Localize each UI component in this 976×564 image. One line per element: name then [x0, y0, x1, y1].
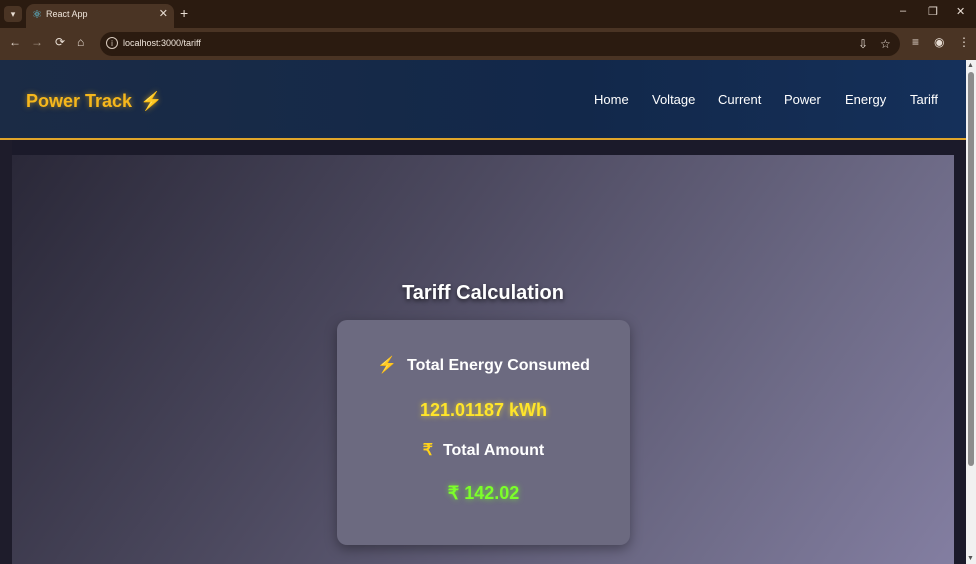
nav-voltage[interactable]: Voltage	[652, 92, 695, 107]
scroll-down-icon[interactable]: ▼	[967, 555, 974, 562]
amount-label-row: ₹ Total Amount	[337, 440, 630, 460]
reload-icon[interactable]: ⟳	[55, 35, 65, 49]
media-icon[interactable]: ≡	[912, 35, 919, 49]
brand-logo[interactable]: Power Track ⚡	[26, 91, 162, 112]
app-header: Power Track ⚡ Home Voltage Current Power …	[0, 60, 966, 140]
tab-title: React App	[46, 9, 88, 19]
amount-value: ₹ 142.02	[447, 483, 520, 503]
restore-button[interactable]: ❐	[928, 5, 938, 18]
nav-power[interactable]: Power	[784, 92, 821, 107]
browser-toolbar: ← → ⟳ ⌂ i localhost:3000/tariff ⇩ ☆ ≡ ◉ …	[0, 28, 976, 60]
scroll-up-icon[interactable]: ▲	[967, 62, 974, 69]
brand-name: Power Track	[26, 91, 133, 111]
scroll-thumb[interactable]	[968, 72, 974, 466]
forward-icon[interactable]: →	[31, 35, 43, 49]
rupee-icon: ₹	[422, 442, 433, 459]
url-text[interactable]: localhost:3000/tariff	[123, 38, 201, 48]
install-icon[interactable]: ⇩	[858, 37, 868, 51]
browser-tab-bar: ▾ ⚛ React App ✕ + – ❐ ✕	[0, 0, 976, 28]
browser-tab[interactable]: ⚛ React App ✕	[26, 4, 174, 28]
bolt-icon: ⚡	[140, 91, 163, 111]
tab-close-icon[interactable]: ✕	[159, 7, 168, 20]
energy-value: 121.01187 kWh	[419, 400, 548, 420]
menu-icon[interactable]: ⋮	[958, 35, 970, 49]
page-scrollbar[interactable]: ▲ ▼	[966, 60, 976, 564]
new-tab-button[interactable]: +	[180, 5, 188, 21]
address-bar[interactable]: i localhost:3000/tariff ⇩ ☆	[100, 32, 900, 56]
tab-search-button[interactable]: ▾	[4, 6, 22, 22]
bolt-icon: ⚡	[377, 357, 398, 374]
minimize-button[interactable]: –	[900, 5, 906, 17]
amount-label: Total Amount	[442, 442, 545, 459]
tariff-card: ⚡ Total Energy Consumed 121.01187 kWh ₹ To…	[337, 320, 630, 545]
page-title: Tariff Calculation	[402, 282, 564, 304]
close-window-button[interactable]: ✕	[956, 5, 965, 18]
energy-label-row: ⚡ Total Energy Consumed	[337, 355, 630, 375]
react-icon: ⚛	[32, 9, 42, 21]
nav-current[interactable]: Current	[718, 92, 761, 107]
home-icon[interactable]: ⌂	[77, 35, 84, 49]
site-info-icon[interactable]: i	[106, 37, 118, 49]
energy-label: Total Energy Consumed	[407, 357, 590, 374]
back-icon[interactable]: ←	[9, 35, 21, 49]
nav-tariff[interactable]: Tariff	[910, 92, 938, 107]
page-margin	[0, 140, 12, 564]
star-icon[interactable]: ☆	[880, 37, 891, 51]
nav-home[interactable]: Home	[594, 92, 629, 107]
profile-icon[interactable]: ◉	[934, 35, 944, 49]
tariff-section: Tariff Calculation ⚡ Total Energy Consume…	[12, 155, 954, 564]
nav-energy[interactable]: Energy	[845, 92, 886, 107]
